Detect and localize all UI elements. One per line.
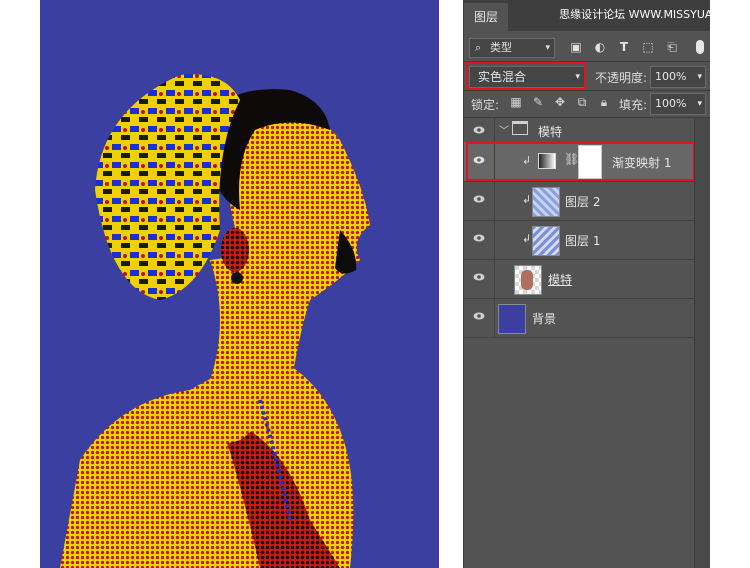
chevron-down-icon: ▾ [697,72,702,82]
fill-label: 填充: [619,98,648,112]
chevron-down-icon[interactable]: ﹀ [499,122,509,137]
layer-thumbnail [498,304,526,334]
visibility-toggle[interactable] [464,259,495,298]
type-filter-icon[interactable]: T [616,39,632,55]
divider [464,90,710,91]
filter-toggle-switch[interactable] [696,40,704,54]
eye-icon [473,234,485,242]
chevron-down-icon: ▾ [545,43,550,53]
chevron-down-icon: ▾ [697,99,702,109]
layer-thumbnail [532,187,560,217]
folder-icon [512,121,528,135]
eye-icon [473,126,485,134]
clipping-arrow-icon: ↲ [522,232,532,245]
smart-object-filter-icon[interactable]: ⎗ [664,39,680,55]
clipping-arrow-icon: ↲ [522,193,532,206]
image-filter-icon[interactable]: ▣ [568,39,584,55]
visibility-toggle[interactable] [464,181,495,220]
lock-all-icon[interactable]: 🔒︎ [596,94,612,110]
lock-artboard-icon[interactable]: ⧉ [574,94,590,110]
layers-panel: 图层 思缘设计论坛 WWW.MISSYUAN.COM ⌕ 类型 ▾ ▣ ◐ T … [463,0,750,568]
adjustment-filter-icon[interactable]: ◐ [592,39,608,55]
layer-layer-1[interactable]: ↲ 图层 1 [464,220,694,260]
layer-thumbnail [532,226,560,256]
layer-name: 模特 [538,125,563,139]
visibility-toggle[interactable] [464,118,495,142]
eye-icon [473,195,485,203]
layer-layer-2[interactable]: ↲ 图层 2 [464,181,694,221]
layer-group-model[interactable]: ﹀ 模特 [464,118,694,143]
model-figure [521,270,533,290]
document-canvas[interactable] [40,0,439,568]
search-icon: ⌕ [475,41,482,54]
blend-mode-highlight [466,62,586,90]
shape-filter-icon[interactable]: ⬚ [640,39,656,55]
fill-input[interactable]: 100% ▾ [650,93,706,115]
layer-name: 背景 [532,312,557,326]
layer-name: 图层 1 [565,234,601,248]
lock-paint-icon[interactable]: ✎ [530,94,546,110]
fill-value: 100% [655,97,687,110]
opacity-label: 不透明度: [595,71,648,85]
watermark: 思缘设计论坛 WWW.MISSYUAN.COM [559,8,750,21]
pop-art-portrait [40,0,439,568]
layer-name: 图层 2 [565,195,601,209]
lock-label: 锁定: [471,98,500,112]
layers-scrollbar[interactable] [694,118,710,568]
eye-icon [473,273,485,281]
tab-layers[interactable]: 图层 [464,3,508,31]
layer-filter-label: 类型 [490,41,512,54]
visibility-toggle[interactable] [464,298,495,337]
panel-tab-bar: 图层 思缘设计论坛 WWW.MISSYUAN.COM [464,0,750,31]
layer-filter-select[interactable]: ⌕ 类型 ▾ [469,38,555,58]
eye-icon [473,312,485,320]
visibility-toggle[interactable] [464,220,495,259]
layer-thumbnail [514,265,542,295]
opacity-value: 100% [655,70,687,83]
lock-move-icon[interactable]: ✥ [552,94,568,110]
lock-transparent-icon[interactable]: ▦ [508,94,524,110]
opacity-input[interactable]: 100% ▾ [650,66,706,88]
layer-highlight [466,142,695,181]
layer-model[interactable]: 模特 [464,259,694,299]
layer-background[interactable]: 背景 [464,298,694,338]
layer-name: 模特 [548,273,573,287]
